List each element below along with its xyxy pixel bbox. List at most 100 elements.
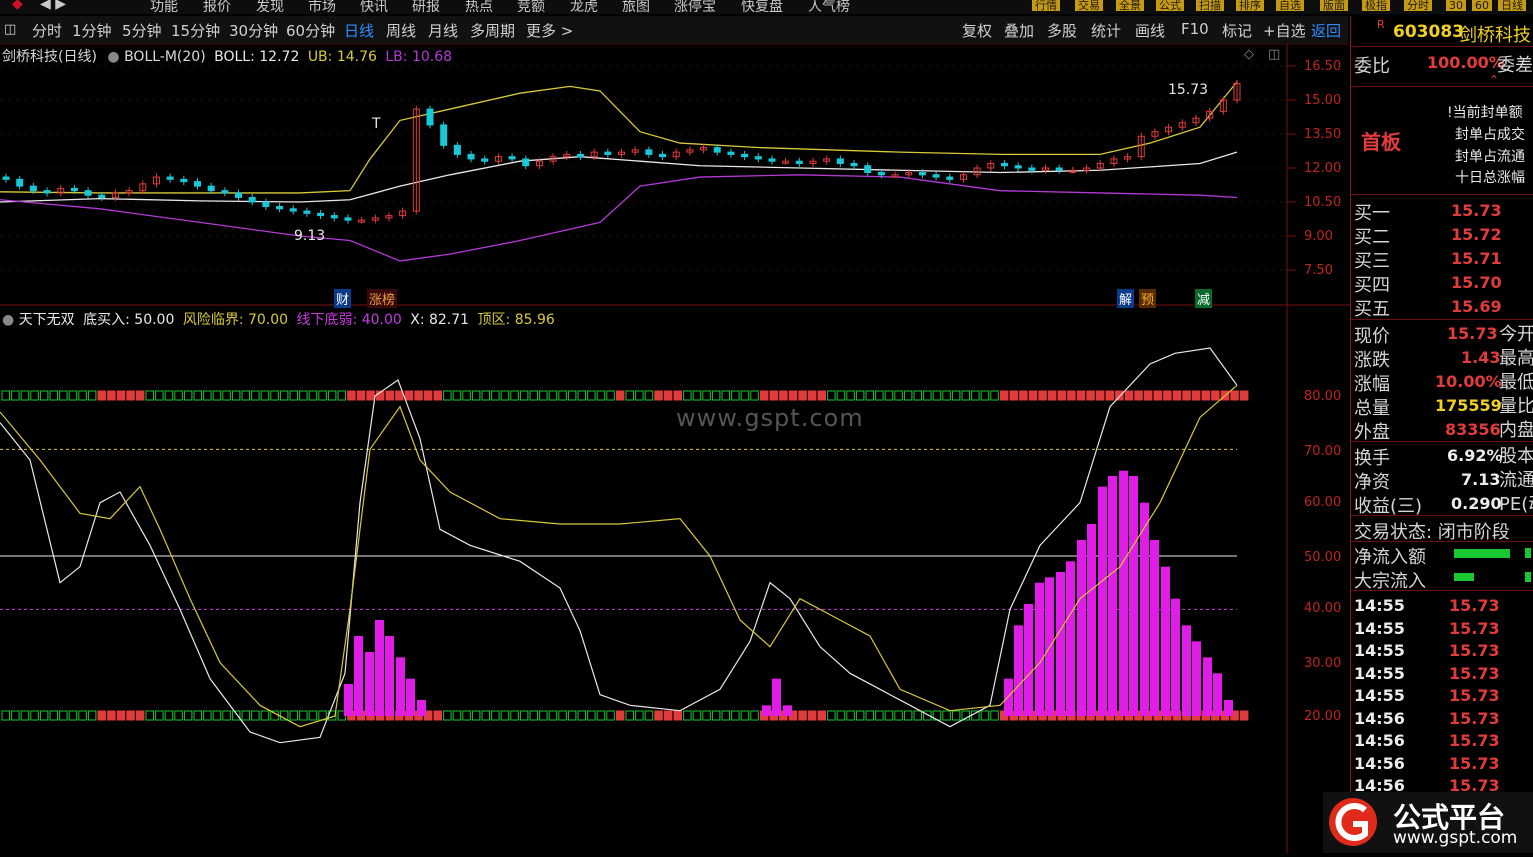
signal-square [471,390,481,401]
bid-price[interactable]: 15.71 [1451,249,1502,268]
menu-hot[interactable]: 热点 [465,0,493,14]
menu-dragon[interactable]: 龙虎 [570,0,598,14]
signal-square [1172,390,1182,401]
arrow-icon[interactable]: ◆ [12,0,23,12]
menu-news[interactable]: 快讯 [360,0,388,14]
chart-canvas[interactable] [0,44,1350,853]
btn-trade[interactable]: 交易 [1075,0,1103,11]
tool-draw[interactable]: 画线 [1135,20,1165,41]
bid-price[interactable]: 15.69 [1451,297,1502,316]
menu-quotes[interactable]: 报价 [203,0,231,14]
candle-body [864,165,872,174]
period-1min[interactable]: 1分钟 [72,20,112,41]
tool-back[interactable]: 返回 [1311,20,1341,41]
period-60min[interactable]: 60分钟 [286,20,335,41]
period-daily[interactable]: 日线 [344,20,374,41]
event-tag-reduce[interactable]: 减 [1195,289,1213,308]
menu-popular[interactable]: 人气榜 [808,0,850,14]
menu-functions[interactable]: 功能 [150,0,178,14]
y-tick: 9.00 [1304,229,1333,244]
signal-square [183,710,193,721]
event-tag-unlock[interactable]: 解 [1117,289,1135,308]
btn-60[interactable]: 60 [1472,0,1492,11]
tool-stats[interactable]: 统计 [1091,20,1121,41]
menu-research[interactable]: 研报 [412,0,440,14]
stock-code[interactable]: 603083 [1393,22,1464,42]
tool-adjust[interactable]: 复权 [962,20,992,41]
event-tag-limitup[interactable]: 涨榜 [367,289,398,308]
tool-multistock[interactable]: 多股 [1047,20,1077,41]
btn-scan[interactable]: 扫描 [1196,0,1224,11]
menu-auction[interactable]: 竞额 [517,0,545,14]
period-5min[interactable]: 5分钟 [122,20,162,41]
candle-body [1014,165,1022,169]
btn-intraday[interactable]: 分时 [1404,0,1432,11]
period-intraday[interactable]: 分时 [32,20,62,41]
btn-panorama[interactable]: 全景 [1116,0,1144,11]
btn-layout[interactable]: 版面 [1320,0,1348,11]
sub-indicator-name[interactable]: 天下无双 [19,312,75,328]
btn-sort[interactable]: 排序 [1236,0,1264,11]
energy-bar [375,620,384,716]
lb-value: LB: 10.68 [385,49,453,65]
weak-value: 线下底弱: 40.00 [296,312,402,328]
tool-f10[interactable]: F10 [1181,20,1209,38]
menu-market[interactable]: 市场 [308,0,336,14]
signal-square [193,390,202,401]
btn-daily[interactable]: 日线 [1498,0,1526,11]
signal-square [1211,390,1220,401]
indicator-gear-icon[interactable]: ● [107,49,119,65]
nav-icons[interactable]: ◀ ▶ [40,0,66,12]
btn-30[interactable]: 30 [1446,0,1466,11]
signal-square [97,390,106,401]
energy-bar [1129,476,1138,716]
signal-square [20,710,30,721]
tool-mark[interactable]: 标记 [1222,20,1252,41]
indicator-gear-icon[interactable]: ● [2,312,14,328]
indicator-name[interactable]: BOLL-M(20) [124,49,206,65]
period-more[interactable]: 更多 > [526,20,573,41]
btn-index[interactable]: 极指 [1362,0,1390,11]
signal-square [615,390,625,401]
period-multi[interactable]: 多周期 [470,20,515,41]
bid-price[interactable]: 15.70 [1451,273,1502,292]
menu-review[interactable]: 快复盘 [741,0,783,14]
event-tag-finance[interactable]: 财 [334,289,352,308]
boll-value: BOLL: 12.72 [214,49,300,65]
period-15min[interactable]: 15分钟 [171,20,220,41]
candle-body [248,196,256,203]
tool-add-watch[interactable]: +自选 [1263,20,1306,41]
period-monthly[interactable]: 月线 [428,20,458,41]
candle-body [84,190,92,196]
btn-watchlist[interactable]: 自选 [1276,0,1304,11]
period-weekly[interactable]: 周线 [386,20,416,41]
event-tag-forecast[interactable]: 预 [1139,289,1157,308]
signal-square [510,390,519,401]
panel-toggle-icon[interactable]: ◫ [1268,47,1280,62]
menu-discover[interactable]: 发现 [256,0,284,14]
signal-square [462,710,471,721]
signal-square [817,710,826,721]
collapse-icon[interactable]: ⌃ [1489,73,1499,87]
signal-square [366,390,375,401]
signal-square [193,710,202,721]
signal-square [260,710,270,721]
btn-quote[interactable]: 行情 [1032,0,1060,11]
tool-overlay[interactable]: 叠加 [1004,20,1034,41]
stock-name[interactable]: 剑桥科技 [1459,21,1531,47]
signal-square [702,390,711,401]
diamond-icon[interactable]: ◇ [1244,47,1254,62]
menu-limitup[interactable]: 涨停宝 [674,0,716,14]
btn-formula[interactable]: 公式 [1156,0,1184,11]
signal-square [759,390,769,401]
menu-map[interactable]: 旅图 [622,0,650,14]
signal-square [846,710,855,721]
energy-bar [354,636,363,716]
candle-body [1000,162,1008,167]
period-30min[interactable]: 30分钟 [229,20,278,41]
bid-price[interactable]: 15.72 [1451,225,1502,244]
layout-icon[interactable]: ◫ [4,22,16,37]
bid-price[interactable]: 15.73 [1451,201,1502,220]
candle-body [522,158,530,167]
signal-square [39,390,49,401]
